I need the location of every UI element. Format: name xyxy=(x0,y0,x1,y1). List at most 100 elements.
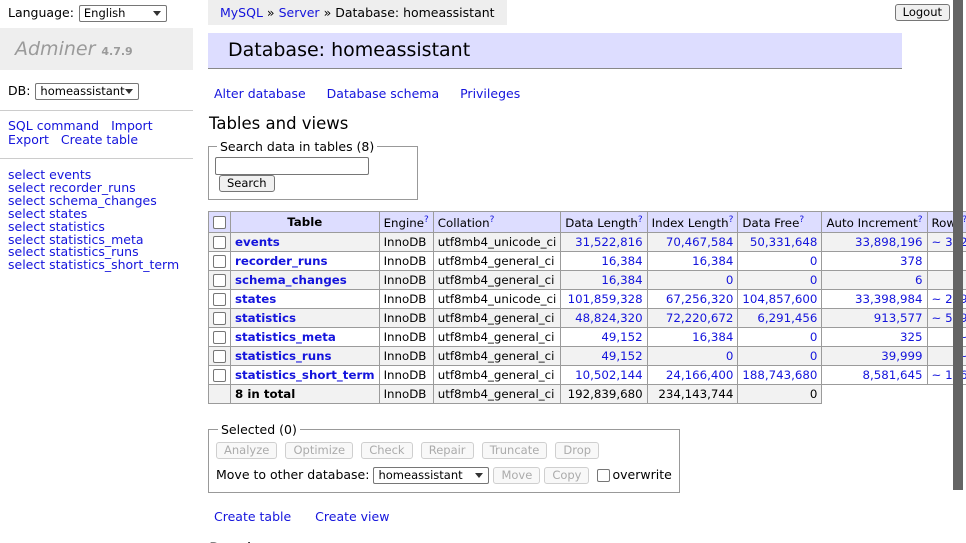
data-free-link[interactable]: 50,331,648 xyxy=(750,235,818,249)
drop-button[interactable]: Drop xyxy=(555,442,599,459)
sidebar-link-export[interactable]: Export xyxy=(8,132,49,147)
alter-database-link[interactable]: Alter database xyxy=(214,86,306,101)
data-free-link[interactable]: 104,857,600 xyxy=(742,292,817,306)
selected-fieldset: Selected (0) Analyze Optimize Check Repa… xyxy=(208,422,680,493)
row-checkbox[interactable] xyxy=(213,274,226,287)
help-link[interactable]: ? xyxy=(918,215,923,225)
auto-increment-link[interactable]: 39,999 xyxy=(881,349,922,363)
table-name-link[interactable]: statistics xyxy=(235,311,296,325)
table-row: statistics_runs InnoDB utf8mb4_general_c… xyxy=(209,346,966,365)
data-length-link[interactable]: 101,859,328 xyxy=(568,292,643,306)
logout-button[interactable]: Logout xyxy=(895,4,950,21)
sidebar-link-import[interactable]: Import xyxy=(111,118,153,133)
table-name-link[interactable]: schema_changes xyxy=(235,273,347,287)
table-name-link[interactable]: statistics_short_term xyxy=(235,368,375,382)
row-checkbox[interactable] xyxy=(213,312,226,325)
overwrite-label: overwrite xyxy=(612,467,671,482)
data-length-link[interactable]: 49,152 xyxy=(601,330,642,344)
privileges-link[interactable]: Privileges xyxy=(460,86,520,101)
auto-increment-link[interactable]: 6 xyxy=(915,273,923,287)
table-link-statistics-short-term[interactable]: statistics_short_term xyxy=(49,257,179,272)
total-index-length: 234,143,744 xyxy=(647,384,738,403)
database-schema-link[interactable]: Database schema xyxy=(327,86,439,101)
breadcrumb-current: Database: homeassistant xyxy=(335,5,494,20)
repair-button[interactable]: Repair xyxy=(421,442,474,459)
table-name-link[interactable]: events xyxy=(235,235,280,249)
help-link[interactable]: ? xyxy=(490,215,495,225)
vertical-scrollbar[interactable] xyxy=(953,0,963,490)
data-length-link[interactable]: 48,824,320 xyxy=(575,311,643,325)
help-link[interactable]: ? xyxy=(799,215,804,225)
data-length-link[interactable]: 16,384 xyxy=(601,273,642,287)
index-length-link[interactable]: 67,256,320 xyxy=(666,292,734,306)
row-checkbox[interactable] xyxy=(213,350,226,363)
search-button[interactable]: Search xyxy=(219,175,275,192)
auto-increment-link[interactable]: 8,581,645 xyxy=(862,368,922,382)
data-free-link[interactable]: 0 xyxy=(810,254,818,268)
row-checkbox[interactable] xyxy=(213,369,226,382)
search-fieldset: Search data in tables (8) Search xyxy=(208,139,418,200)
table-name-link[interactable]: recorder_runs xyxy=(235,254,328,268)
optimize-button[interactable]: Optimize xyxy=(285,442,353,459)
row-checkbox[interactable] xyxy=(213,293,226,306)
row-checkbox[interactable] xyxy=(213,236,226,249)
sidebar-link-sql-command[interactable]: SQL command xyxy=(8,118,99,133)
help-link[interactable]: ? xyxy=(729,215,734,225)
db-select-row: DB:homeassistant xyxy=(0,70,193,111)
index-length-link[interactable]: 70,467,584 xyxy=(666,235,734,249)
data-free-link[interactable]: 0 xyxy=(810,330,818,344)
index-length-link[interactable]: 0 xyxy=(726,349,734,363)
index-length-link[interactable]: 16,384 xyxy=(692,330,733,344)
data-length-link[interactable]: 10,502,144 xyxy=(575,368,643,382)
sidebar-link-create-table[interactable]: Create table xyxy=(61,132,138,147)
move-button[interactable]: Move xyxy=(493,467,540,484)
breadcrumb-link-mysql[interactable]: MySQL xyxy=(220,5,263,20)
analyze-button[interactable]: Analyze xyxy=(216,442,277,459)
total-collation: utf8mb4_general_ci xyxy=(433,384,561,403)
engine-cell: InnoDB xyxy=(379,308,433,327)
data-length-link[interactable]: 49,152 xyxy=(601,349,642,363)
data-length-link[interactable]: 31,522,816 xyxy=(575,235,643,249)
auto-increment-link[interactable]: 33,398,984 xyxy=(855,292,923,306)
index-length-link[interactable]: 16,384 xyxy=(692,254,733,268)
language-label: Language: xyxy=(8,5,74,20)
select-link[interactable]: select xyxy=(8,257,45,272)
create-table-link[interactable]: Create table xyxy=(214,509,291,524)
auto-increment-link[interactable]: 325 xyxy=(900,330,923,344)
row-checkbox[interactable] xyxy=(213,331,226,344)
table-name-link[interactable]: statistics_meta xyxy=(235,330,336,344)
data-free-link[interactable]: 0 xyxy=(810,349,818,363)
table-total-row: 8 in total InnoDB utf8mb4_general_ci 192… xyxy=(209,384,966,403)
check-button[interactable]: Check xyxy=(361,442,412,459)
move-database-select[interactable]: homeassistant xyxy=(373,467,489,484)
create-view-link[interactable]: Create view xyxy=(315,509,389,524)
index-length-link[interactable]: 72,220,672 xyxy=(666,311,734,325)
data-free-link[interactable]: 6,291,456 xyxy=(757,311,817,325)
sidebar-menu: SQL command Import Export Create table xyxy=(0,111,193,159)
search-input[interactable] xyxy=(215,157,369,175)
index-length-link[interactable]: 24,166,400 xyxy=(666,368,734,382)
auto-increment-link[interactable]: 913,577 xyxy=(874,311,923,325)
db-select[interactable]: homeassistant xyxy=(35,83,139,100)
breadcrumb-link-server[interactable]: Server xyxy=(279,5,320,20)
truncate-button[interactable]: Truncate xyxy=(482,442,548,459)
data-length-link[interactable]: 16,384 xyxy=(601,254,642,268)
data-free-link[interactable]: 188,743,680 xyxy=(742,368,817,382)
auto-increment-link[interactable]: 378 xyxy=(900,254,923,268)
language-select[interactable]: English xyxy=(79,5,167,22)
table-name-link[interactable]: states xyxy=(235,292,276,306)
index-length-link[interactable]: 0 xyxy=(726,273,734,287)
adminer-app: Language:English Adminer 4.7.9 DB:homeas… xyxy=(0,0,966,543)
table-name-link[interactable]: statistics_runs xyxy=(235,349,332,363)
row-checkbox[interactable] xyxy=(213,255,226,268)
breadcrumb-separator: » xyxy=(324,5,332,20)
overwrite-checkbox[interactable] xyxy=(597,469,610,482)
auto-increment-link[interactable]: 33,898,196 xyxy=(855,235,923,249)
help-link[interactable]: ? xyxy=(424,215,429,225)
total-label: 8 in total xyxy=(231,384,380,403)
engine-cell: InnoDB xyxy=(379,365,433,384)
data-free-link[interactable]: 0 xyxy=(810,273,818,287)
select-all-checkbox[interactable] xyxy=(213,216,226,229)
help-link[interactable]: ? xyxy=(638,215,643,225)
copy-button[interactable]: Copy xyxy=(544,467,589,484)
